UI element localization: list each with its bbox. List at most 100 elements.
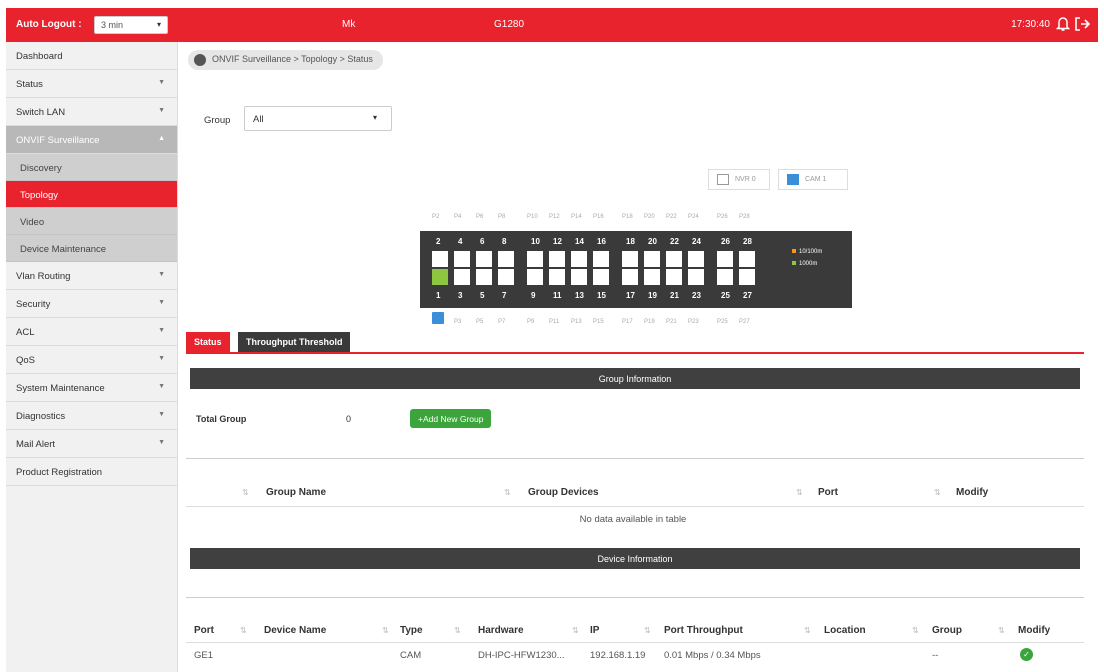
switch-port[interactable]	[476, 251, 492, 267]
switch-port[interactable]	[498, 251, 514, 267]
chevron-down-icon: ▼	[158, 355, 165, 362]
switch-port[interactable]	[454, 269, 470, 285]
col-port[interactable]: Port	[818, 487, 838, 498]
sidebar-subitem-video[interactable]: Video	[6, 208, 177, 235]
sort-icon[interactable]: ⇅	[382, 626, 389, 635]
sidebar-item-system-maintenance[interactable]: System Maintenance ▼	[6, 374, 177, 402]
switch-port[interactable]	[644, 269, 660, 285]
sort-icon[interactable]: ⇅	[242, 488, 249, 497]
switch-port[interactable]	[476, 269, 492, 285]
sidebar-item-dashboard[interactable]: Dashboard	[6, 42, 177, 70]
sort-icon[interactable]: ⇅	[504, 488, 511, 497]
sidebar-item-status[interactable]: Status ▼	[6, 70, 177, 98]
auto-logout-select[interactable]: 3 min ▾	[94, 16, 168, 34]
switch-port[interactable]	[717, 251, 733, 267]
col-device-name[interactable]: Device Name	[264, 625, 326, 636]
port-number-top: 12	[553, 237, 562, 246]
legend-label: 1000m	[799, 261, 818, 267]
switch-port[interactable]	[666, 251, 682, 267]
switch-port[interactable]	[593, 269, 609, 285]
sort-icon[interactable]: ⇅	[796, 488, 803, 497]
sort-icon[interactable]: ⇅	[804, 626, 811, 635]
col-port[interactable]: Port	[194, 625, 214, 636]
cell-throughput: 0.01 Mbps / 0.34 Mbps	[664, 650, 761, 661]
switch-port[interactable]	[739, 251, 755, 267]
clock: 17:30:40	[1011, 19, 1050, 30]
total-group-value: 0	[346, 414, 352, 424]
sort-icon[interactable]: ⇅	[644, 626, 651, 635]
sidebar-item-switch-lan[interactable]: Switch LAN ▼	[6, 98, 177, 126]
bell-icon[interactable]	[1055, 16, 1071, 35]
switch-port[interactable]	[571, 269, 587, 285]
switch-port[interactable]	[571, 251, 587, 267]
col-port-throughput[interactable]: Port Throughput	[664, 625, 743, 636]
switch-port[interactable]	[527, 269, 543, 285]
tab-status[interactable]: Status	[186, 332, 230, 352]
check-icon[interactable]: ✓	[1020, 648, 1033, 661]
sort-icon[interactable]: ⇅	[572, 626, 579, 635]
top-bar: Auto Logout : 3 min ▾ Mk G1280 17:30:40	[6, 8, 1098, 42]
sidebar-item-product-registration[interactable]: Product Registration	[6, 458, 177, 486]
port-label: P7	[498, 319, 506, 325]
port-number-bottom: 7	[502, 291, 507, 300]
switch-port[interactable]	[549, 269, 565, 285]
port-label: P10	[527, 214, 538, 220]
port-label: P20	[644, 214, 655, 220]
port-number-top: 16	[597, 237, 606, 246]
sidebar-item-mail-alert[interactable]: Mail Alert ▼	[6, 430, 177, 458]
camera-port-icon[interactable]	[432, 312, 444, 324]
port-number-bottom: 15	[597, 291, 606, 300]
switch-port[interactable]	[644, 251, 660, 267]
sidebar-item-security[interactable]: Security ▼	[6, 290, 177, 318]
group-filter-select[interactable]: All ▾	[244, 106, 392, 131]
sidebar-item-label: System Maintenance	[16, 383, 105, 394]
col-location[interactable]: Location	[824, 625, 866, 636]
switch-port[interactable]	[622, 269, 638, 285]
switch-port[interactable]	[622, 251, 638, 267]
col-group-devices[interactable]: Group Devices	[528, 487, 599, 498]
col-group[interactable]: Group	[932, 625, 962, 636]
switch-port[interactable]	[717, 269, 733, 285]
switch-port[interactable]	[498, 269, 514, 285]
sort-icon[interactable]: ⇅	[912, 626, 919, 635]
col-type[interactable]: Type	[400, 625, 423, 636]
sidebar-item-vlan-routing[interactable]: Vlan Routing ▼	[6, 262, 177, 290]
sidebar-item-acl[interactable]: ACL ▼	[6, 318, 177, 346]
switch-port[interactable]	[739, 269, 755, 285]
switch-port[interactable]	[688, 251, 704, 267]
sidebar-item-onvif-surveillance[interactable]: ONVIF Surveillance ▲	[6, 126, 177, 154]
col-modify[interactable]: Modify	[1018, 625, 1050, 636]
switch-port[interactable]	[549, 251, 565, 267]
port-label: P26	[717, 214, 728, 220]
sidebar-item-diagnostics[interactable]: Diagnostics ▼	[6, 402, 177, 430]
sidebar-item-label: Discovery	[20, 163, 62, 174]
port-number-bottom: 23	[692, 291, 701, 300]
add-new-group-button[interactable]: +Add New Group	[410, 409, 492, 428]
tab-throughput-threshold[interactable]: Throughput Threshold	[238, 332, 351, 352]
col-hardware[interactable]: Hardware	[478, 625, 524, 636]
switch-port[interactable]	[688, 269, 704, 285]
sort-icon[interactable]: ⇅	[934, 488, 941, 497]
switch-port[interactable]	[454, 251, 470, 267]
port-number-bottom: 5	[480, 291, 485, 300]
sort-icon[interactable]: ⇅	[240, 626, 247, 635]
switch-port[interactable]	[432, 269, 448, 285]
col-modify[interactable]: Modify	[956, 487, 988, 498]
switch-port[interactable]	[666, 269, 682, 285]
switch-port[interactable]	[527, 251, 543, 267]
sort-icon[interactable]: ⇅	[454, 626, 461, 635]
col-ip[interactable]: IP	[590, 625, 599, 636]
legend-swatch	[792, 249, 796, 253]
model-name: G1280	[494, 19, 525, 30]
sidebar-subitem-topology[interactable]: Topology	[6, 181, 177, 208]
sidebar-subitem-device-maintenance[interactable]: Device Maintenance	[6, 235, 177, 262]
sidebar-item-label: Vlan Routing	[16, 271, 71, 282]
port-number-top: 10	[531, 237, 540, 246]
switch-port[interactable]	[593, 251, 609, 267]
switch-port[interactable]	[432, 251, 448, 267]
sort-icon[interactable]: ⇅	[998, 626, 1005, 635]
sidebar-item-qos[interactable]: QoS ▼	[6, 346, 177, 374]
col-group-name[interactable]: Group Name	[266, 487, 326, 498]
logout-icon[interactable]	[1074, 16, 1091, 35]
sidebar-subitem-discovery[interactable]: Discovery	[6, 154, 177, 181]
